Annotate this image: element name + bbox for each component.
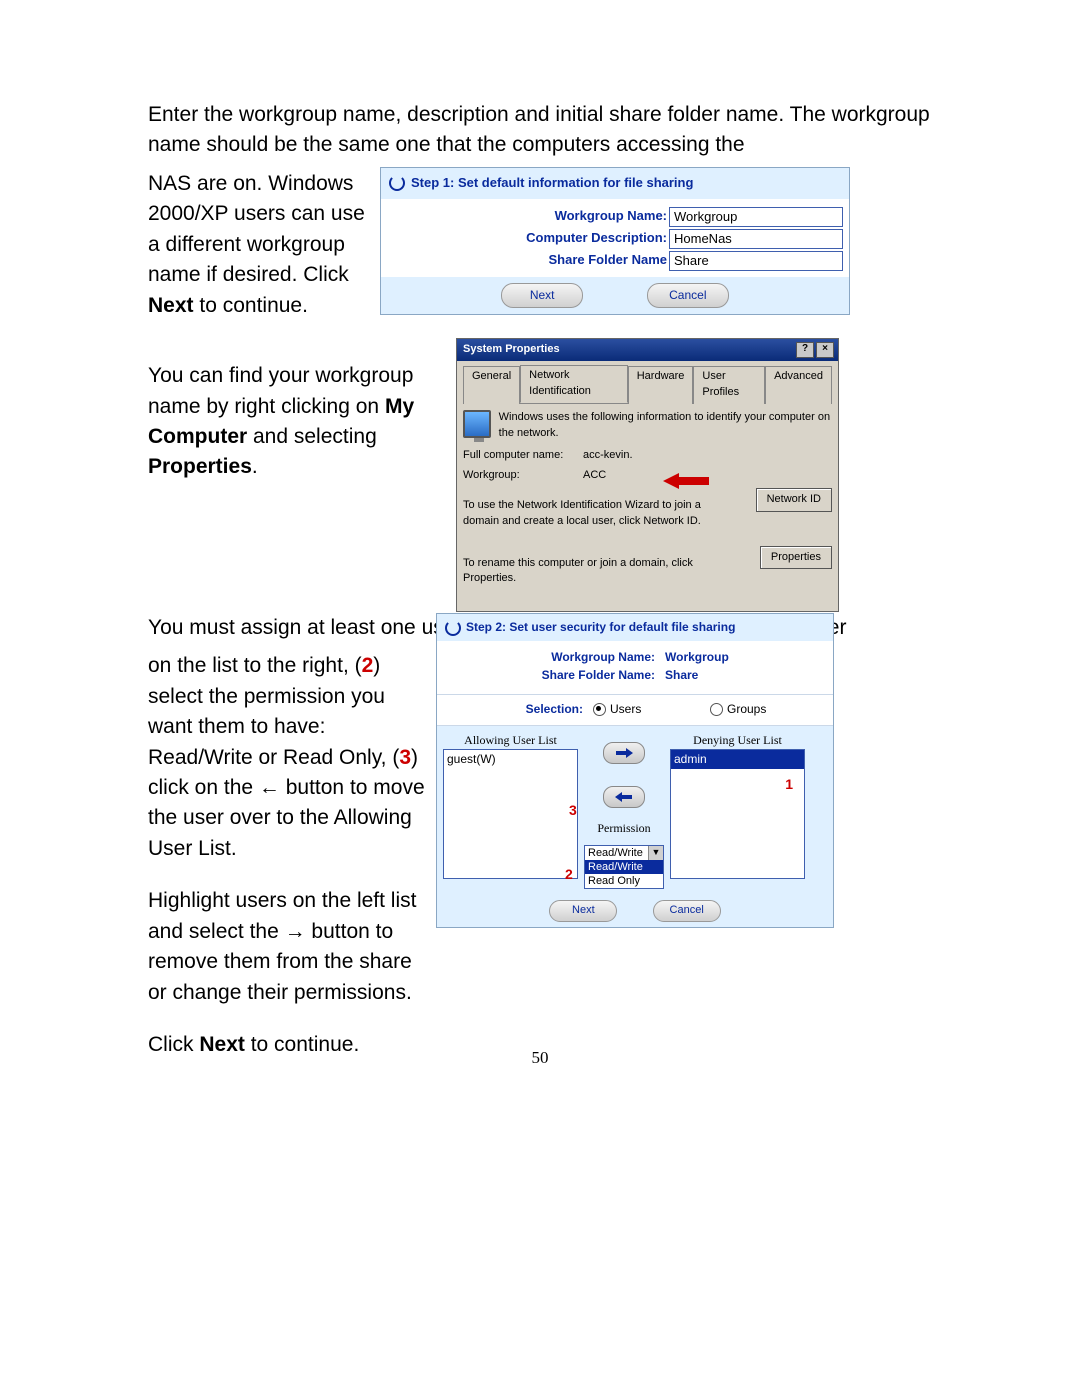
help-button[interactable]: ?	[796, 342, 814, 358]
system-properties-tabs: General Network Identification Hardware …	[463, 365, 832, 404]
network-id-text: To use the Network Identification Wizard…	[463, 498, 713, 530]
step1-next-button[interactable]: Next	[501, 283, 583, 308]
annotation-number-2: 2	[565, 864, 573, 884]
workgroup-label: Workgroup Name:	[387, 207, 669, 226]
step2-cancel-button[interactable]: Cancel	[653, 900, 721, 922]
network-id-button[interactable]: Network ID	[756, 488, 832, 512]
remove-user-paragraph: Highlight users on the left list and sel…	[148, 886, 426, 1008]
groups-radio[interactable]: Groups	[710, 701, 827, 718]
refresh-icon	[445, 620, 461, 636]
description-label: Computer Description:	[387, 229, 669, 248]
tab-network-identification[interactable]: Network Identification	[520, 365, 628, 403]
permission-option[interactable]: Read/Write	[585, 860, 663, 874]
share-folder-input[interactable]: Share	[669, 251, 843, 271]
denying-user-list[interactable]: admin	[670, 749, 805, 879]
workgroup-label-sys: Workgroup:	[463, 468, 583, 484]
network-intro-text: Windows uses the following information t…	[499, 410, 832, 442]
list-item[interactable]: admin	[671, 750, 804, 769]
workgroup-input[interactable]: Workgroup	[669, 207, 843, 227]
system-properties-titlebar: System Properties ? ×	[457, 339, 838, 361]
tab-user-profiles[interactable]: User Profiles	[693, 366, 765, 404]
assign-user-paragraph-cont: on the list to the right, (2) select the…	[148, 651, 426, 864]
step1-title: Step 1: Set default information for file…	[411, 174, 693, 193]
description-input[interactable]: HomeNas	[669, 229, 843, 249]
full-computer-name-value: acc-kevin.	[583, 448, 633, 464]
move-left-button[interactable]	[603, 786, 645, 808]
properties-button[interactable]: Properties	[760, 546, 832, 570]
list-item[interactable]: guest(W)	[444, 750, 577, 769]
step2-header: Step 2: Set user security for default fi…	[437, 614, 833, 641]
page-number: 50	[0, 1046, 1080, 1071]
annotation-number-1: 1	[785, 774, 793, 794]
step2-share-label: Share Folder Name:	[505, 667, 665, 684]
workgroup-value-sys: ACC	[583, 468, 606, 484]
computer-icon	[463, 410, 491, 438]
allowing-list-title: Allowing User List	[443, 732, 578, 749]
step1-cancel-button[interactable]: Cancel	[647, 283, 729, 308]
step2-workgroup-value: Workgroup	[665, 649, 765, 666]
radio-icon	[710, 703, 723, 716]
radio-icon	[593, 703, 606, 716]
step1-panel: Step 1: Set default information for file…	[380, 167, 850, 315]
system-properties-title: System Properties	[463, 342, 560, 358]
denying-list-title: Denying User List	[670, 732, 805, 749]
chevron-down-icon: ▼	[648, 846, 663, 860]
step2-title: Step 2: Set user security for default fi…	[466, 619, 735, 636]
step2-workgroup-label: Workgroup Name:	[505, 649, 665, 666]
full-computer-name-label: Full computer name:	[463, 448, 583, 464]
step1-header: Step 1: Set default information for file…	[381, 168, 849, 199]
tab-hardware[interactable]: Hardware	[628, 366, 694, 404]
share-folder-label: Share Folder Name	[387, 251, 669, 270]
move-right-button[interactable]	[603, 742, 645, 764]
allowing-user-list[interactable]: guest(W)	[443, 749, 578, 879]
step2-panel: Step 2: Set user security for default fi…	[436, 613, 834, 928]
arrow-right-icon	[614, 747, 634, 759]
intro-paragraph: Enter the workgroup name, description an…	[148, 100, 932, 161]
refresh-icon	[389, 175, 405, 191]
find-workgroup-paragraph: You can find your workgroup name by righ…	[148, 361, 444, 483]
permission-option[interactable]: Read Only	[585, 874, 663, 888]
tab-advanced[interactable]: Advanced	[765, 366, 832, 404]
system-properties-dialog: System Properties ? × General Network Id…	[456, 338, 839, 612]
selection-label: Selection:	[443, 695, 593, 724]
step2-share-value: Share	[665, 667, 765, 684]
arrow-left-icon	[614, 791, 634, 803]
intro-paragraph-b: NAS are on. Windows 2000/XP users can us…	[148, 169, 372, 321]
users-radio[interactable]: Users	[593, 701, 710, 718]
close-button[interactable]: ×	[816, 342, 834, 358]
properties-text: To rename this computer or join a domain…	[463, 556, 713, 588]
step2-next-button[interactable]: Next	[549, 900, 617, 922]
tab-general[interactable]: General	[463, 366, 520, 404]
annotation-number-3: 3	[569, 800, 577, 820]
permission-label: Permission	[597, 820, 650, 837]
permission-select[interactable]: Read/Write ▼ Read/Write Read Only	[584, 845, 664, 889]
